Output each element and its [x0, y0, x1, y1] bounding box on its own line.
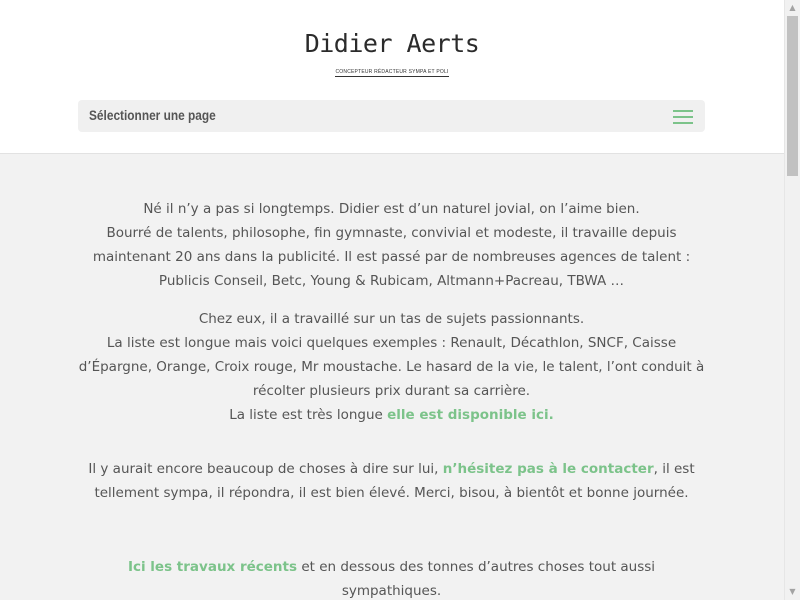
menu-label: Sélectionner une page	[89, 108, 216, 123]
scroll-down-icon[interactable]: ▼	[785, 584, 800, 600]
recent-work-paragraph: Ici les travaux récents et en dessous de…	[78, 555, 705, 600]
intro-line-2: Bourré de talents, philosophe, fin gymna…	[92, 225, 691, 289]
clients-line-2: La liste est longue mais voici quelques …	[78, 335, 705, 399]
intro-line-1: Né il n’y a pas si longtemps. Didier est…	[143, 201, 640, 217]
main-content: Né il n’y a pas si longtemps. Didier est…	[78, 197, 705, 600]
awards-list-link[interactable]: elle est disponible ici.	[387, 407, 554, 423]
logo-title: Didier Aerts	[304, 29, 480, 58]
page-select-menu[interactable]: Sélectionner une page	[78, 100, 705, 132]
site-header: Didier Aerts CONCEPTEUR RÉDACTEUR SYMPA …	[0, 0, 784, 154]
contact-link[interactable]: n’hésitez pas à le contacter	[443, 461, 654, 477]
site-logo[interactable]: Didier Aerts CONCEPTEUR RÉDACTEUR SYMPA …	[0, 30, 784, 77]
vertical-scrollbar[interactable]: ▲ ▼	[784, 0, 800, 600]
page: Didier Aerts CONCEPTEUR RÉDACTEUR SYMPA …	[0, 0, 784, 600]
scroll-up-icon[interactable]: ▲	[785, 0, 800, 16]
clients-paragraph: Chez eux, il a travaillé sur un tas de s…	[78, 307, 705, 427]
contact-paragraph: Il y aurait encore beaucoup de choses à …	[78, 457, 705, 505]
list-prefix: La liste est très longue	[229, 407, 388, 423]
hamburger-icon[interactable]	[673, 110, 693, 124]
intro-paragraph: Né il n’y a pas si longtemps. Didier est…	[78, 197, 705, 293]
scrollbar-thumb[interactable]	[787, 16, 798, 176]
clients-line-1: Chez eux, il a travaillé sur un tas de s…	[198, 311, 585, 327]
recent-work-suffix: et en dessous des tonnes d’autres choses…	[297, 559, 656, 599]
logo-subtitle: CONCEPTEUR RÉDACTEUR SYMPA ET POLI	[335, 69, 449, 77]
recent-work-link[interactable]: Ici les travaux récents	[128, 559, 297, 575]
contact-prefix: Il y aurait encore beaucoup de choses à …	[88, 461, 443, 477]
